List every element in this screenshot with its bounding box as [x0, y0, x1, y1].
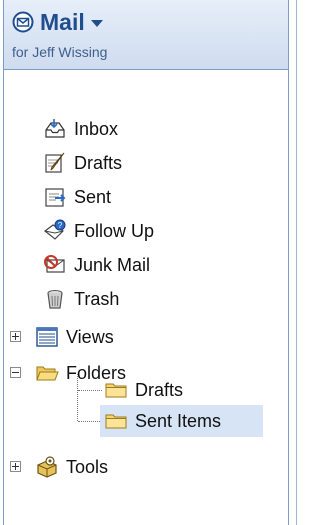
- app-menu-button[interactable]: Mail: [12, 6, 103, 38]
- views-icon: [36, 327, 58, 347]
- nav-item-label: Junk Mail: [74, 254, 151, 275]
- nav-item-tools[interactable]: Tools: [4, 450, 288, 484]
- trash-icon: [47, 290, 63, 309]
- nav-item-follow-up[interactable]: ? Follow Up: [4, 214, 288, 248]
- mail-navigation-panel: Mail for Jeff Wissing Inbox Drafts Sent …: [3, 0, 289, 525]
- nav-item-views[interactable]: Views: [4, 320, 288, 354]
- window-edge: [296, 0, 297, 525]
- nav-item-label: Tools: [66, 456, 109, 477]
- sent-icon: [45, 188, 66, 207]
- nav-item-label: Drafts: [74, 152, 123, 173]
- tools-icon: [37, 456, 57, 478]
- nav-item-inbox[interactable]: Inbox: [4, 112, 288, 146]
- expand-icon[interactable]: [10, 331, 21, 342]
- chevron-down-icon[interactable]: [90, 19, 103, 27]
- folder-item-drafts[interactable]: Drafts: [4, 373, 288, 407]
- nav-item-drafts[interactable]: Drafts: [4, 146, 288, 180]
- svg-text:?: ?: [58, 221, 63, 230]
- account-subtitle: for Jeff Wissing: [12, 44, 108, 60]
- drafts-icon: [45, 152, 65, 173]
- nav-item-label: Views: [66, 326, 114, 347]
- nav-item-junk-mail[interactable]: Junk Mail: [4, 248, 288, 282]
- nav-item-label: Follow Up: [74, 220, 155, 241]
- folder-icon: [105, 414, 127, 429]
- app-title: Mail: [40, 8, 85, 35]
- mail-header: Mail for Jeff Wissing: [4, 0, 288, 70]
- folder-item-label: Sent Items: [135, 410, 222, 431]
- nav-item-trash[interactable]: Trash: [4, 282, 288, 316]
- nav-item-label: Sent: [74, 186, 112, 207]
- follow-up-icon: ?: [44, 219, 66, 240]
- folder-item-sent-items[interactable]: Sent Items: [4, 404, 288, 438]
- junk-mail-icon: [44, 255, 65, 273]
- inbox-icon: [45, 119, 65, 138]
- nav-item-label: Inbox: [74, 118, 119, 139]
- folder-item-label: Drafts: [135, 379, 184, 400]
- expand-icon[interactable]: [10, 461, 21, 472]
- nav-item-label: Trash: [74, 288, 120, 309]
- folder-icon: [105, 383, 127, 398]
- nav-item-sent[interactable]: Sent: [4, 180, 288, 214]
- mail-icon: [12, 11, 34, 33]
